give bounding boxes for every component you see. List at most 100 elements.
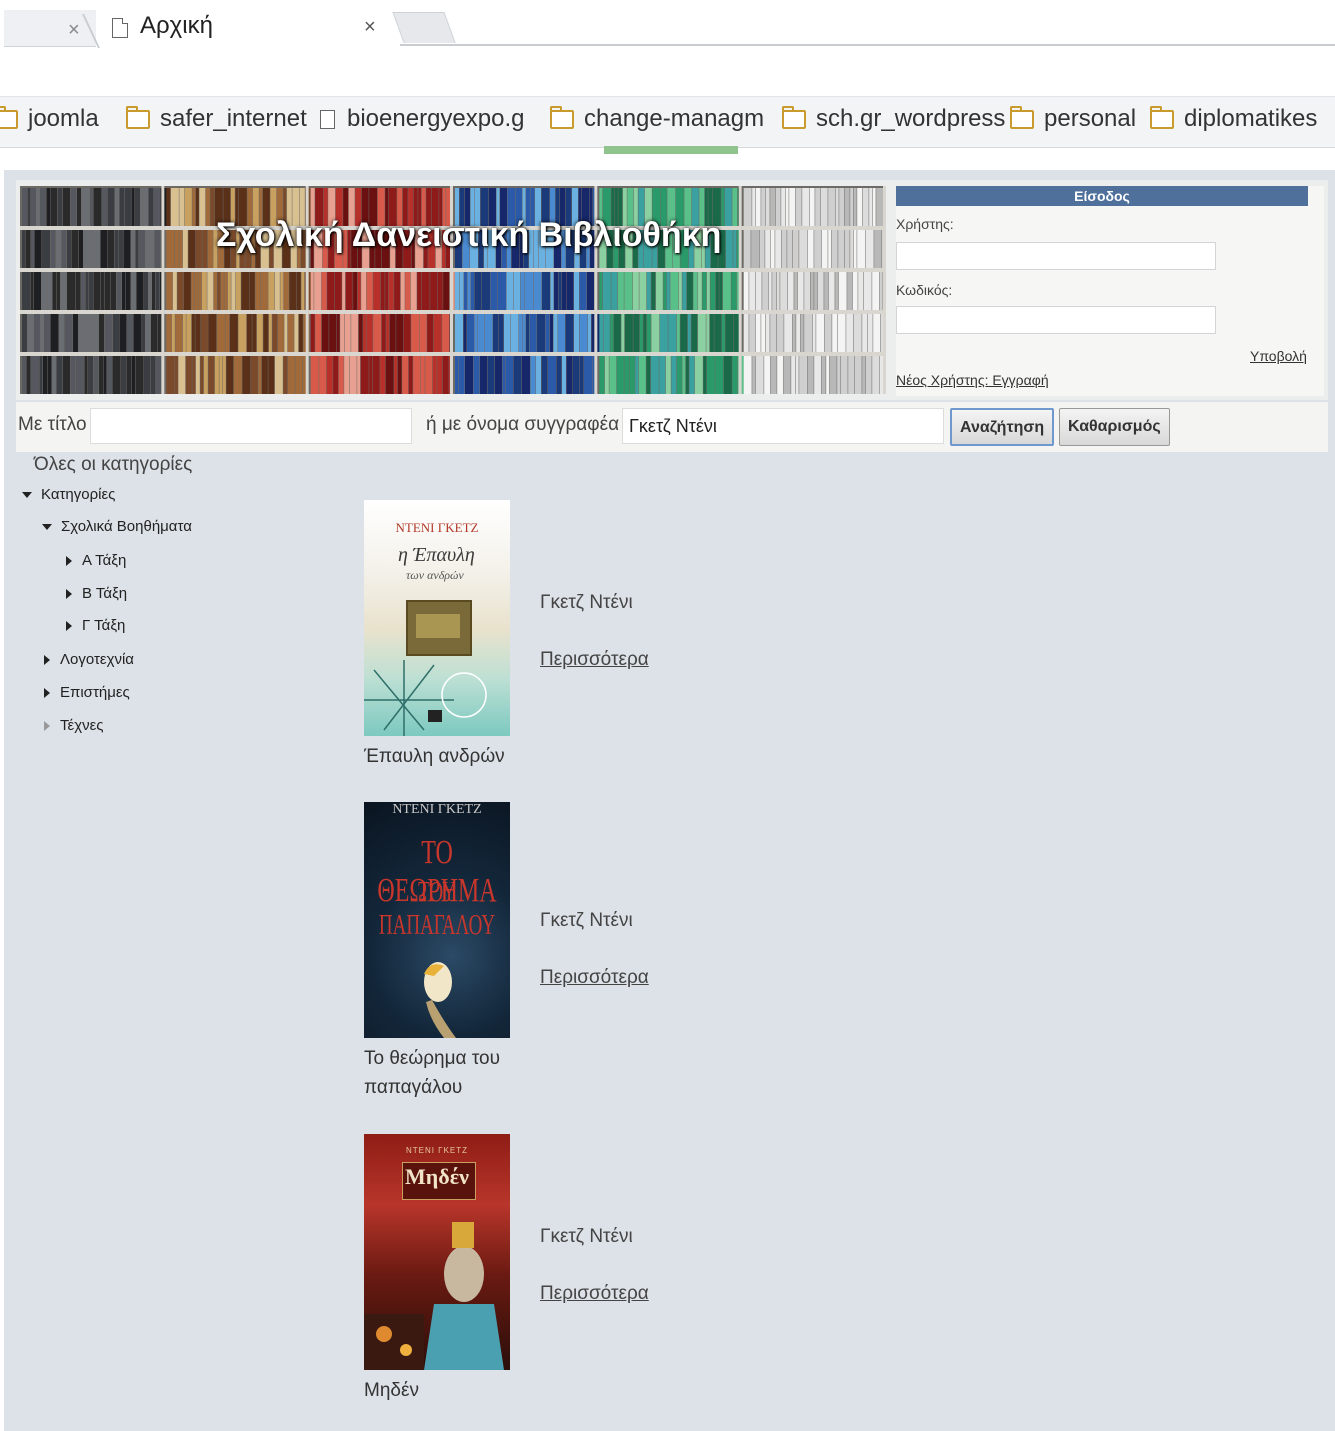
search-button[interactable]: Αναζήτηση: [950, 408, 1055, 446]
book-spine: [671, 356, 677, 394]
book-spine: [775, 230, 782, 268]
chevron-right-icon[interactable]: [66, 588, 72, 599]
book-spine: [676, 314, 680, 352]
shelf-divider: [883, 186, 886, 394]
book-spine: [419, 314, 427, 352]
book-spine: [111, 272, 116, 310]
book-spine: [853, 188, 857, 226]
bookmark-change-management[interactable]: change-managm: [550, 105, 764, 133]
book-spine: [84, 356, 88, 394]
tree-node-grade-b[interactable]: Β Τάξη: [66, 585, 127, 602]
book-spine: [821, 230, 828, 268]
book-spine: [149, 230, 154, 268]
book-spine: [31, 356, 39, 394]
book-spine: [26, 356, 31, 394]
book-spine: [752, 188, 756, 226]
tree-node-categories[interactable]: Κατηγορίες: [22, 486, 115, 503]
book-spine: [56, 356, 63, 394]
bookmark-label: sch.gr_wordpress: [816, 105, 1006, 132]
book-title[interactable]: Το θεώρημα του παπαγάλου: [364, 1044, 514, 1102]
clear-button[interactable]: Καθαρισμός: [1059, 408, 1170, 446]
book-spine: [616, 356, 624, 394]
chevron-right-icon[interactable]: [44, 654, 50, 665]
book-cover[interactable]: ΝΤΕΝΙ ΓΚΕΤΖ ΤΟ ΘΕΩΡΗΜΑ ΤΟΥ ΠΑΠΑΓΑΛΟΥ: [364, 802, 510, 1038]
book-spine: [574, 314, 579, 352]
page-content: Σχολική Δανειστική Βιβλιοθήκη Είσοδος Χρ…: [4, 170, 1335, 1431]
book-cover[interactable]: ΝΤΕΝΙ ΓΚΕΤΖ η Έπαυλη των ανδρών: [364, 500, 510, 736]
tree-node-school-aids[interactable]: Σχολικά Βοηθήματα: [42, 518, 192, 535]
shelf-board: [20, 226, 165, 230]
new-tab-button[interactable]: [392, 12, 456, 43]
tree-node-grade-c[interactable]: Γ Τάξη: [66, 617, 125, 634]
tab-previous[interactable]: ×: [4, 10, 100, 48]
cover-title: η Έπαυλη: [398, 544, 475, 566]
book-spine: [353, 272, 358, 310]
username-label: Χρήστης:: [896, 216, 954, 232]
password-field[interactable]: [896, 306, 1216, 334]
tree-node-sciences[interactable]: Επιστήμες: [44, 684, 130, 701]
submit-link[interactable]: Υποβολή: [1250, 348, 1307, 364]
book-spine: [119, 230, 123, 268]
chevron-right-icon[interactable]: [44, 687, 50, 698]
author-search-input[interactable]: Γκετζ Ντένι: [622, 408, 944, 444]
more-link[interactable]: Περισσότερα: [540, 649, 649, 671]
more-link[interactable]: Περισσότερα: [540, 1283, 649, 1305]
book-spine: [725, 230, 733, 268]
tree-node-arts[interactable]: Τέχνες: [44, 717, 104, 734]
bookmark-joomla[interactable]: joomla: [0, 105, 99, 133]
chevron-right-icon[interactable]: [66, 555, 72, 566]
all-categories-link[interactable]: Όλες οι κατηγορίες: [34, 454, 192, 476]
book-spine: [256, 314, 263, 352]
book-spine: [363, 314, 367, 352]
chevron-down-icon[interactable]: [22, 491, 32, 498]
title-search-input[interactable]: [90, 408, 412, 444]
book-spine: [252, 314, 257, 352]
chevron-right-icon[interactable]: [66, 620, 72, 631]
book-spine: [554, 272, 558, 310]
book-spine: [548, 356, 556, 394]
book-spine: [862, 314, 868, 352]
bookmark-safer-internet[interactable]: safer_internet: [126, 105, 307, 133]
book-spine: [144, 272, 148, 310]
chevron-right-icon[interactable]: [44, 720, 50, 731]
book-title[interactable]: Μηδέν: [364, 1376, 514, 1405]
book-spine: [174, 356, 178, 394]
book-spine: [202, 230, 208, 268]
book-spine: [765, 188, 770, 226]
book-spine: [122, 272, 125, 310]
tree-node-literature[interactable]: Λογοτεχνία: [44, 651, 134, 668]
more-link[interactable]: Περισσότερα: [540, 967, 649, 989]
cover-illustration-image: [364, 1222, 504, 1370]
book-spine: [478, 314, 484, 352]
bookmark-bioenergyexpo[interactable]: bioenergyexpo.g: [320, 105, 524, 133]
book-spine: [837, 314, 846, 352]
username-field[interactable]: [896, 242, 1216, 270]
close-icon[interactable]: ×: [364, 16, 376, 39]
cover-author: ΝΤΕΝΙ ΓΚΕΤΖ: [405, 1146, 469, 1155]
cover-geometry-image: [364, 660, 487, 736]
book-spine: [373, 272, 381, 310]
book-spine: [294, 314, 299, 352]
close-icon[interactable]: ×: [68, 20, 80, 40]
register-link[interactable]: Νέος Χρήστης: Εγγραφή: [896, 372, 1049, 388]
book-title[interactable]: Έπαυλη ανδρών: [364, 742, 514, 771]
book-spine: [762, 272, 769, 310]
bookmark-diplomatikes[interactable]: diplomatikes: [1150, 105, 1317, 133]
book-spine: [584, 356, 592, 394]
shelf-board: [597, 268, 742, 272]
bookmark-personal[interactable]: personal: [1010, 105, 1136, 133]
book-spine: [706, 356, 715, 394]
book-cover[interactable]: ΝΤΕΝΙ ΓΚΕΤΖ Μηδέν: [364, 1134, 510, 1370]
shelf-board: [164, 352, 309, 356]
chevron-down-icon[interactable]: [42, 523, 52, 530]
book-spine: [850, 230, 854, 268]
tree-node-grade-a[interactable]: Α Τάξη: [66, 552, 126, 569]
book-spine: [579, 356, 584, 394]
book-spine: [208, 356, 215, 394]
bookmark-sch-gr-wordpress[interactable]: sch.gr_wordpress: [782, 105, 1005, 133]
tab-active[interactable]: Αρχική ×: [100, 8, 392, 48]
book-spine: [755, 314, 761, 352]
folder-icon: [550, 105, 574, 129]
book-spine: [514, 272, 520, 310]
book-spine: [114, 230, 119, 268]
